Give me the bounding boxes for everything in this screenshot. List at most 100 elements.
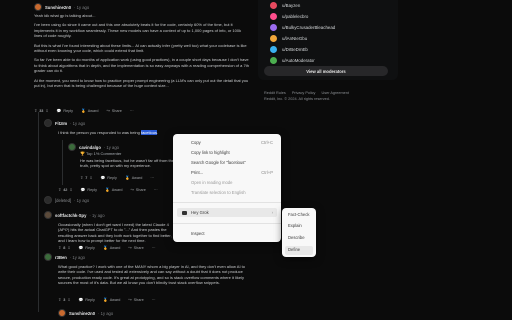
comment-body: Yeah idk what gp is talking about... I'v… <box>34 13 250 88</box>
username[interactable]: cavindalgo <box>79 145 101 150</box>
reply-button[interactable]: 💬 Reply <box>57 108 74 114</box>
moderator-name: u/lAnNIeGbu <box>282 36 308 41</box>
more-button[interactable]: ··· <box>152 246 156 250</box>
moderator-item[interactable]: u/DrBeDmEb <box>258 44 398 55</box>
reply-button[interactable]: 💬 Reply <box>101 175 117 181</box>
award-button[interactable]: 🏅 Award <box>105 187 123 193</box>
avatar[interactable] <box>44 119 52 127</box>
menu-item-print[interactable]: Print... <box>191 169 203 177</box>
share-button[interactable]: ↪ Share <box>128 297 144 303</box>
award-button[interactable]: 🏅 Award <box>125 175 142 181</box>
badge-label: Top 1% Commenter <box>86 151 122 156</box>
submenu-item-define[interactable]: Define <box>288 246 300 254</box>
reply-label: Reply <box>63 108 74 113</box>
moderator-item[interactable]: u/pablelecbro <box>258 11 398 22</box>
award-label: Award <box>109 297 121 302</box>
menu-item-reading-mode[interactable]: Open in reading mode <box>191 179 232 187</box>
badge-icon: 🏆 <box>80 151 85 156</box>
upvote-group[interactable]: ⇧ 7 ⇩ <box>80 175 93 181</box>
moderator-avatar <box>270 13 277 20</box>
timestamp: · 1y ago <box>74 197 90 203</box>
submenu-item-describe[interactable]: Describe <box>288 234 305 242</box>
reply-label: Reply <box>85 245 95 250</box>
award-button[interactable]: 🏅 Award <box>103 297 121 303</box>
footer-link[interactable]: User Agreement <box>322 91 349 95</box>
username[interactable]: softfactchk-Spy <box>55 213 86 218</box>
username[interactable]: Sunshine2n0 <box>45 5 71 10</box>
award-button[interactable]: 🏅 Award <box>81 108 99 114</box>
comment-header: softfactchk-Spy · 1y ago <box>44 211 105 219</box>
username[interactable]: r3Ben <box>55 255 67 260</box>
reply-button[interactable]: 💬 Reply <box>79 245 95 251</box>
timestamp: · 1y ago <box>69 254 86 260</box>
upvote-group[interactable]: ⇧ 42 ⇩ <box>58 187 73 193</box>
comment-text: I think the person you responded to was … <box>58 130 141 135</box>
moderator-avatar <box>270 46 277 53</box>
vote-count: 7 <box>85 175 88 180</box>
thread-line[interactable] <box>62 140 63 185</box>
share-button[interactable]: ↪ Share <box>131 187 146 193</box>
app-root: Sunshine2n0 · 1y ago Yeah idk what gp is… <box>0 0 512 320</box>
moderator-name: u/pablelecbro <box>282 14 309 19</box>
view-all-moderators-button[interactable]: View all moderators <box>264 66 388 76</box>
avatar[interactable] <box>34 3 42 11</box>
comment-header: cavindalgo · 1y ago <box>68 143 119 151</box>
comment-header: r3Ben · 1y ago <box>44 253 85 261</box>
award-label: Award <box>87 108 99 113</box>
footer-link[interactable]: Privacy Policy <box>292 91 316 95</box>
more-button[interactable]: ··· <box>152 298 156 302</box>
timestamp: · 1y ago <box>74 4 90 10</box>
menu-item-copy[interactable]: Copy <box>191 139 201 147</box>
share-button[interactable]: ↪ Share <box>128 245 143 251</box>
shortcut-label: Ctrl+P <box>261 170 273 175</box>
grok-icon <box>182 211 187 215</box>
comment-paragraph: So far I've been able to do months of ap… <box>34 57 250 74</box>
share-label: Share <box>133 297 144 302</box>
footer-link[interactable]: Reddit Rules <box>264 91 286 95</box>
menu-item-translate[interactable]: Translate selection to English <box>191 189 246 197</box>
selected-text[interactable]: facetious <box>140 130 157 135</box>
user-badge: 🏆 Top 1% Commenter <box>80 151 180 156</box>
comment-header: FitzIm · 1y ago <box>44 119 85 127</box>
avatar <box>44 196 52 204</box>
moderator-item[interactable]: u/BulkyCrusaderBleachead <box>258 22 398 33</box>
submenu-item-fact-check[interactable]: Fact-Check <box>288 211 309 219</box>
more-button[interactable]: ··· <box>130 109 134 113</box>
upvote-group[interactable]: ⇧ 8 ⇩ <box>58 245 71 251</box>
avatar[interactable] <box>44 253 52 261</box>
moderator-avatar <box>270 57 277 64</box>
comment-actions: ⇧ 33 ⇩ 💬 Reply 🏅 Award ↪ Share ··· <box>34 108 134 114</box>
comment-paragraph: But this is what I've found interesting … <box>34 42 247 54</box>
submenu-item-explain[interactable]: Explain <box>288 222 302 230</box>
moderator-item[interactable]: u/AutoModerator <box>258 55 398 66</box>
more-button[interactable]: ··· <box>154 188 158 192</box>
menu-item-hey-grok[interactable]: Hey Grok <box>191 209 209 217</box>
avatar[interactable] <box>58 309 66 317</box>
comment-text: What good practice? I work with one of t… <box>58 264 246 286</box>
menu-item-inspect[interactable]: Inspect <box>191 230 205 238</box>
reply-button[interactable]: 💬 Reply <box>79 297 95 303</box>
share-button[interactable]: ↪ Share <box>107 108 122 114</box>
timestamp: · 1y ago <box>70 120 86 126</box>
award-button[interactable]: 🏅 Award <box>103 245 120 251</box>
comment-text: Occasionally (when I don't get want I ne… <box>58 222 172 244</box>
share-label: Share <box>135 187 146 192</box>
moderator-item[interactable]: u/Bayzen <box>258 0 398 11</box>
reply-label: Reply <box>87 187 98 192</box>
avatar[interactable] <box>44 211 52 219</box>
upvote-group[interactable]: ⇧ 33 ⇩ <box>34 108 49 114</box>
reply-label: Reply <box>85 297 95 302</box>
award-label: Award <box>111 187 123 192</box>
avatar[interactable] <box>68 143 76 151</box>
menu-item-copy-link-highlight[interactable]: Copy link to highlight <box>191 149 230 157</box>
reply-button[interactable]: 💬 Reply <box>81 187 98 193</box>
comment-text: He was being facetious, but he wasn't fa… <box>80 158 175 169</box>
thread-line[interactable] <box>38 112 39 312</box>
username[interactable]: FitzIm <box>55 121 67 126</box>
upvote-group[interactable]: ⇧ 3 ⇩ <box>58 297 71 303</box>
moderator-name: u/DrBeDmEb <box>282 47 308 52</box>
username[interactable]: Sunshine2n0 <box>69 311 95 316</box>
more-button[interactable]: ··· <box>150 176 154 180</box>
moderator-item[interactable]: u/lAnNIeGbu <box>258 33 398 44</box>
menu-item-search-google[interactable]: Search Google for "facetious" <box>191 159 246 167</box>
